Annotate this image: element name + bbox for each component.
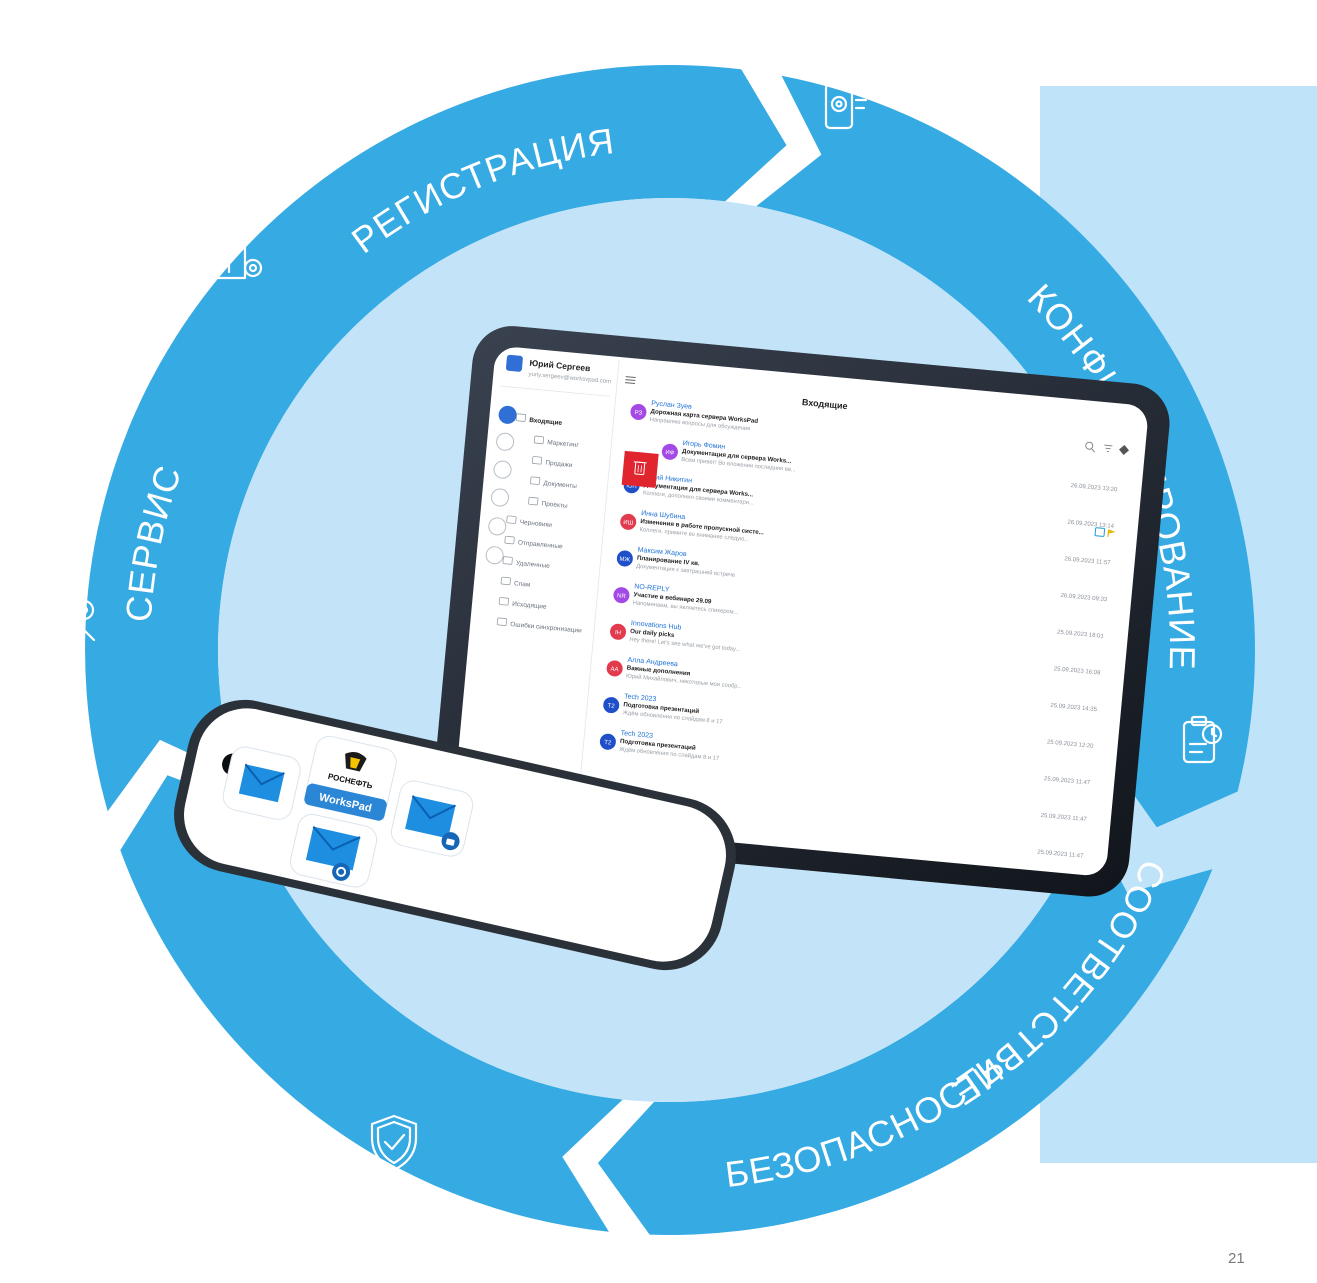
avatar-initials: МЖ: [619, 557, 631, 564]
avatar-initials: IH: [615, 630, 622, 637]
avatar-initials: АА: [610, 667, 619, 674]
avatar-initials: ИФ: [665, 450, 675, 457]
avatar-initials: T2: [604, 740, 612, 747]
avatar-initials: РЗ: [634, 410, 642, 417]
delete-swipe-action[interactable]: [621, 450, 659, 488]
cycle-diagram: РЕГИСТРАЦИЯКОНФИГУРИРОВАНИЕСООТВЕТСТВИЕБ…: [54, 65, 1317, 1235]
workspad-logo-icon: [505, 354, 523, 372]
avatar-initials: ИШ: [623, 520, 633, 527]
avatar-initials: T2: [607, 703, 615, 710]
avatar-initials: NR: [617, 593, 627, 600]
page-number: 21: [1228, 1250, 1245, 1267]
